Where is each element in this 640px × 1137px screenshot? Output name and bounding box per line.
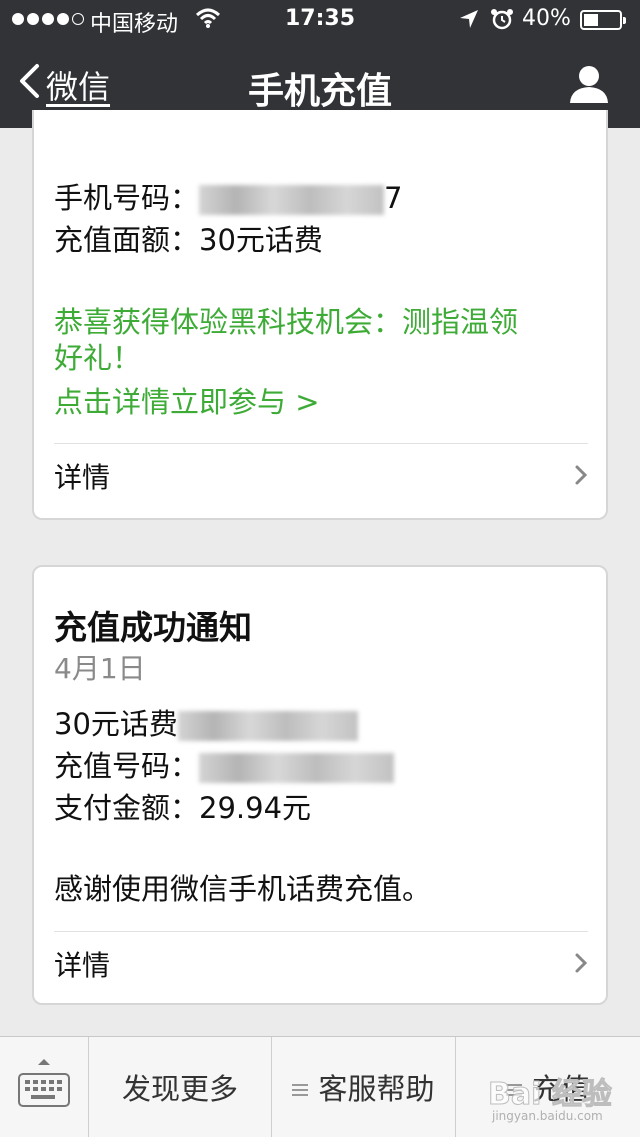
promo-text-line2: 好礼！ <box>54 341 142 375</box>
status-bar: 中国移动 17:35 40% <box>0 0 640 40</box>
detail-label: 详情 <box>54 949 111 982</box>
bottom-menu-bar: 发现更多 客服帮助 充值 Bai 经验 jingyan.baidu.com <box>0 1036 640 1137</box>
menu-label: 客服帮助 <box>318 1072 435 1106</box>
recharge-number-row: 充值号码： <box>54 746 395 786</box>
menu-discover-more[interactable]: 发现更多 <box>89 1037 272 1137</box>
amount-label: 充值面额： <box>54 223 200 257</box>
divider <box>54 931 588 932</box>
payment-label: 支付金额： <box>54 791 200 825</box>
user-profile-icon[interactable] <box>568 64 610 108</box>
menu-label: 发现更多 <box>121 1072 238 1106</box>
message-card-success: 充值成功通知 4月1日 30元话费 充值号码： 支付金额：29.94元 感谢使用… <box>32 565 608 1005</box>
amount-row: 充值面额：30元话费 <box>54 220 323 260</box>
chevron-right-icon <box>574 460 588 493</box>
hamburger-icon <box>292 1070 309 1104</box>
payment-row: 支付金额：29.94元 <box>54 788 311 828</box>
battery-icon <box>580 10 626 30</box>
detail-label: 详情 <box>54 461 111 494</box>
phone-number-row: 手机号码： 7 <box>54 178 402 218</box>
battery-percent: 40% <box>522 6 571 31</box>
blurred-recharge-number <box>199 753 395 783</box>
chevron-up-icon <box>38 1059 50 1065</box>
charge-info-row: 30元话费 <box>54 704 358 744</box>
promo-link[interactable]: 点击详情立即参与 > <box>54 382 320 422</box>
keyboard-toggle-button[interactable] <box>0 1037 89 1137</box>
thanks-text: 感谢使用微信手机话费充值。 <box>54 872 432 906</box>
page-title: 手机充值 <box>247 71 392 112</box>
detail-row[interactable]: 详情 <box>54 446 588 506</box>
amount-value: 30元话费 <box>199 223 323 257</box>
baidu-watermark-url: jingyan.baidu.com <box>492 1109 603 1123</box>
promo-text-line1: 恭喜获得体验黑科技机会：测指温领 <box>54 305 519 339</box>
recharge-number-label: 充值号码： <box>54 749 200 783</box>
card-date: 4月1日 <box>54 652 146 685</box>
baidu-watermark: Bai 经验 <box>488 1077 613 1113</box>
blurred-phone-number <box>199 185 385 215</box>
payment-value: 29.94元 <box>199 791 312 825</box>
divider <box>54 443 588 444</box>
phone-number-visible: 7 <box>384 181 403 215</box>
keyboard-icon <box>18 1073 70 1107</box>
chevron-right-icon <box>574 948 588 981</box>
alarm-icon <box>490 7 514 37</box>
phone-number-label: 手机号码： <box>54 181 200 215</box>
top-bar: 中国移动 17:35 40% 微信 手机充值 <box>0 0 640 128</box>
blurred-charge-info <box>177 711 358 741</box>
charge-info-prefix: 30元话费 <box>54 707 178 741</box>
detail-row[interactable]: 详情 <box>54 934 588 994</box>
location-arrow-icon <box>458 8 480 36</box>
card-title: 充值成功通知 <box>54 608 252 647</box>
menu-customer-service[interactable]: 客服帮助 <box>272 1037 456 1137</box>
message-card-promo: 手机号码： 7 充值面额：30元话费 恭喜获得体验黑科技机会：测指温领 好礼！ 点… <box>32 110 608 520</box>
